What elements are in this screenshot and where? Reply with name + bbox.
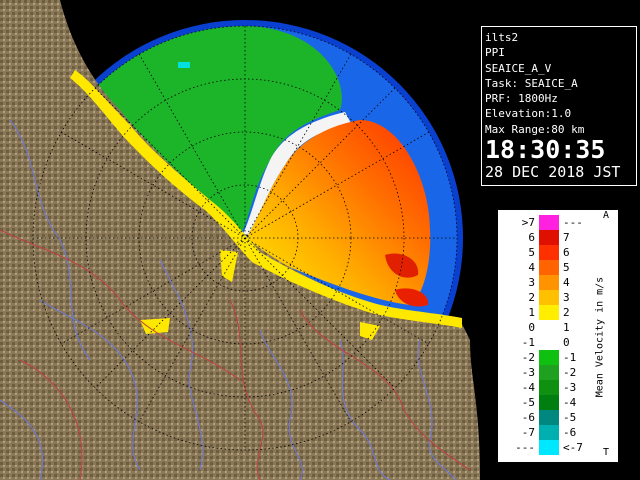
legend-label-left: 3	[528, 276, 535, 289]
legend-corner-top: A	[603, 210, 610, 221]
legend-swatch	[539, 380, 559, 395]
legend-label-right: -5	[563, 411, 577, 424]
legend-title: Mean Velocity in m/s	[594, 276, 606, 398]
legend-label-left: 4	[528, 261, 535, 274]
legend-swatch	[539, 305, 559, 320]
legend-swatch	[539, 275, 559, 290]
legend-swatch	[539, 425, 559, 440]
radar-info-panel: ilts2 PPI SEAICE_A_V Task: SEAICE_A PRF:…	[481, 26, 637, 186]
legend-swatch	[539, 245, 559, 260]
product-type: PPI	[485, 46, 505, 60]
legend-label-right: <-7	[563, 441, 583, 454]
legend-label-right: -2	[563, 366, 577, 379]
legend-swatch	[539, 215, 559, 230]
legend-swatch	[539, 260, 559, 275]
legend-label-left: -5	[521, 396, 535, 409]
elevation-value: Elevation:1.0	[485, 107, 572, 121]
legend-swatch	[539, 290, 559, 305]
legend-label-left: >7	[521, 216, 535, 229]
legend-label-right: 4	[563, 276, 570, 289]
legend-swatch	[539, 335, 559, 350]
legend-corner-bottom: T	[603, 447, 610, 458]
legend-swatch	[539, 350, 559, 365]
prf-value: PRF: 1800Hz	[485, 92, 558, 106]
legend-swatch	[539, 365, 559, 380]
legend-swatch-column	[539, 215, 559, 455]
task-name: Task: SEAICE_A	[485, 76, 578, 90]
legend-swatch	[539, 320, 559, 335]
legend-label-right: -3	[563, 381, 577, 394]
legend-label-left: -7	[521, 426, 535, 439]
legend-label-right: -4	[563, 396, 577, 409]
legend-label-left: -1	[521, 336, 535, 349]
legend-label-left: 1	[528, 306, 535, 319]
legend-label-left: -3	[521, 366, 535, 379]
legend-label-right: 3	[563, 291, 570, 304]
legend-label-left: -2	[521, 351, 535, 364]
legend-label-right: 6	[563, 246, 570, 259]
velocity-legend: A T >7 --- 6 7 5 6 4 5 3 4 2 3 1 2 0 1 -1 0 -2 -1 -3 -2 -4 -3 -5…	[498, 210, 618, 462]
legend-label-right: ---	[563, 216, 583, 229]
legend-label-right: 5	[563, 261, 570, 274]
legend-label-right: -1	[563, 351, 577, 364]
legend-label-left: 5	[528, 246, 535, 259]
legend-label-left: -4	[521, 381, 535, 394]
legend-swatch	[539, 395, 559, 410]
legend-swatch	[539, 410, 559, 425]
legend-label-right: -6	[563, 426, 577, 439]
legend-label-left: 6	[528, 231, 535, 244]
legend-swatch	[539, 440, 559, 455]
legend-label-right: 1	[563, 321, 570, 334]
dataset-name: SEAICE_A_V	[485, 61, 552, 75]
legend-label-left: 0	[528, 321, 535, 334]
scan-time: 18:30:35	[485, 135, 606, 165]
legend-label-right: 0	[563, 336, 570, 349]
radar-ppi-display	[0, 0, 480, 480]
scan-date: 28 DEC 2018 JST	[485, 163, 621, 182]
legend-swatch	[539, 230, 559, 245]
legend-label-left: ---	[515, 441, 535, 454]
legend-label-right: 7	[563, 231, 570, 244]
legend-label-left: -6	[521, 411, 535, 424]
site-name: ilts2	[485, 31, 519, 44]
legend-label-right: 2	[563, 306, 570, 319]
legend-label-left: 2	[528, 291, 535, 304]
